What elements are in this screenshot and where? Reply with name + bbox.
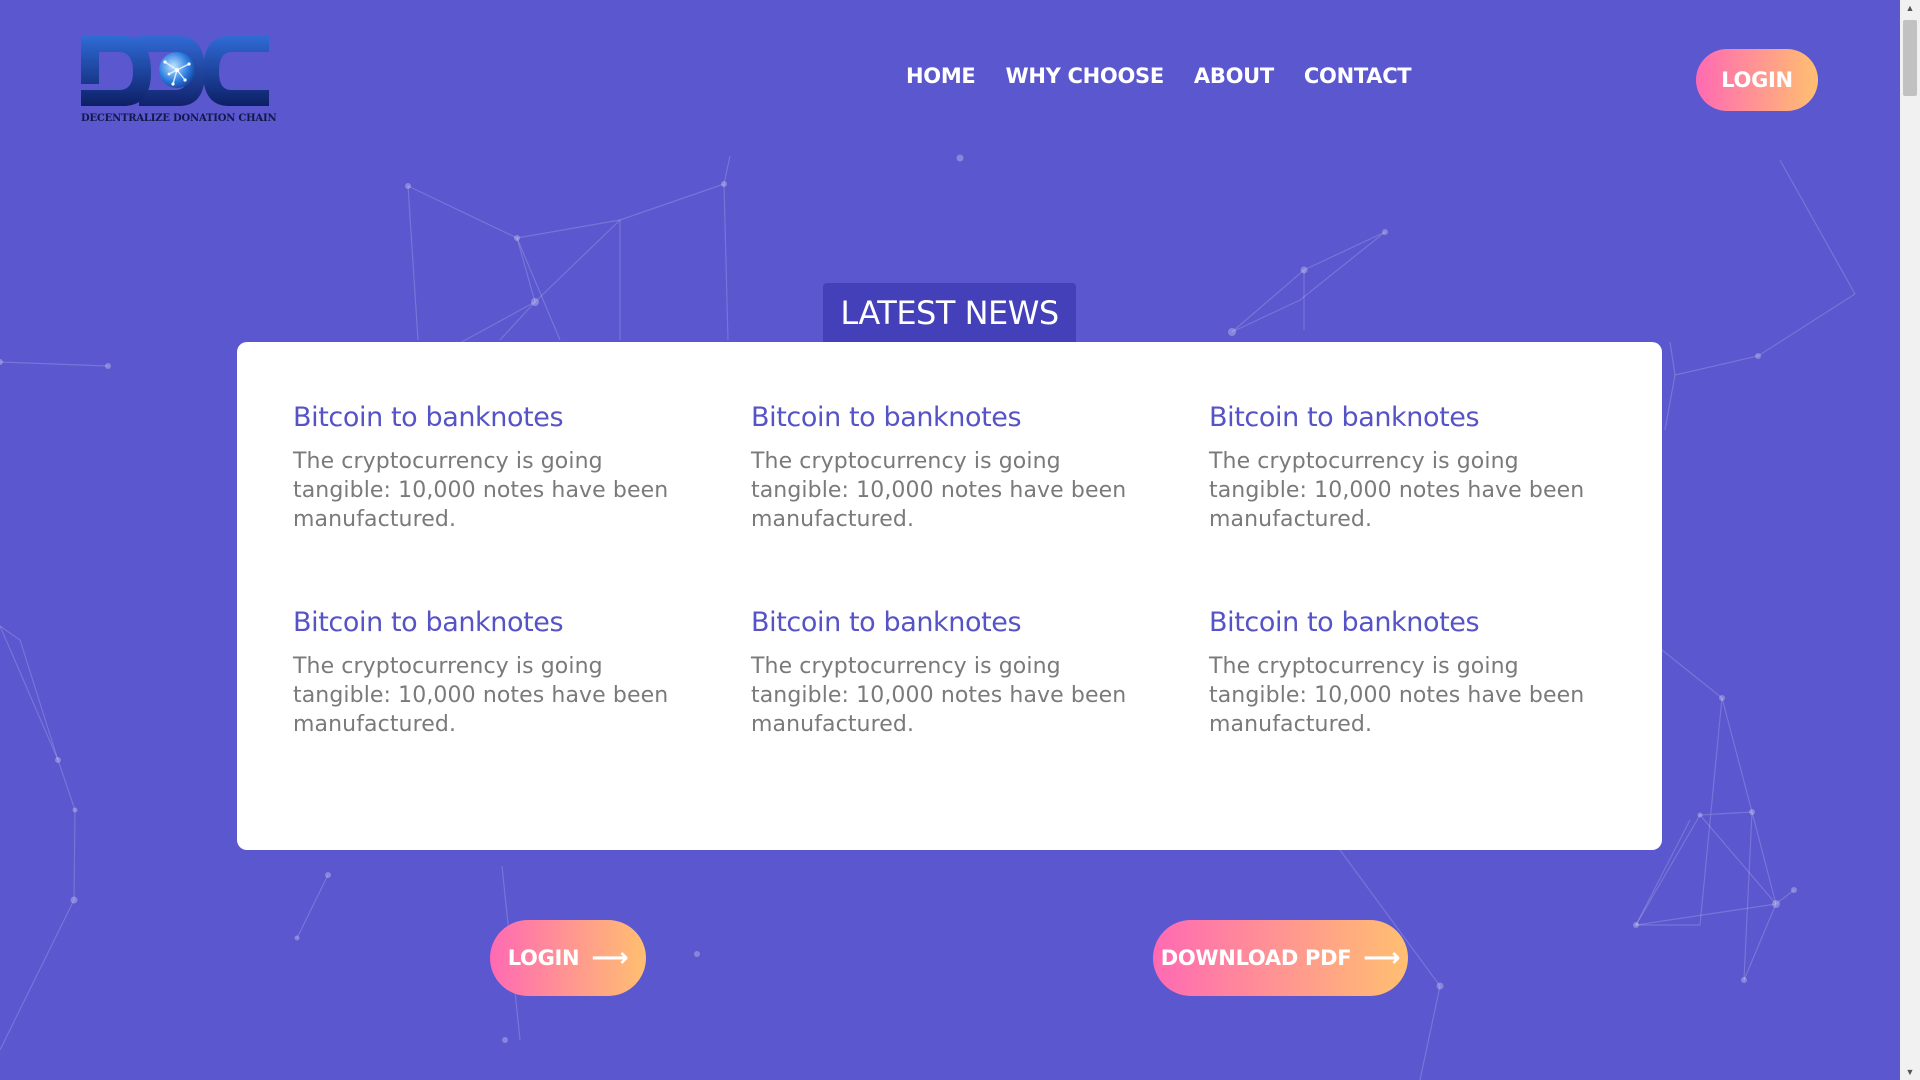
news-text: The cryptocurrency is going tangible: 10… [751,654,1127,737]
news-text: The cryptocurrency is going tangible: 10… [1209,449,1585,532]
brand-caption: DECENTRALIZE DONATION CHAIN [81,113,277,124]
nav-home[interactable]: HOME [906,64,976,88]
scroll-thumb[interactable] [1903,20,1917,96]
arrow-right-icon: ⟶ [1363,943,1401,973]
login-button[interactable]: LOGIN ⟶ [490,920,646,996]
nav-why-choose[interactable]: WHY CHOOSE [1005,64,1164,88]
news-title[interactable]: Bitcoin to banknotes [293,607,683,638]
news-text: The cryptocurrency is going tangible: 10… [293,654,669,737]
latest-news-heading: LATEST NEWS [823,283,1076,343]
main-nav: HOME WHY CHOOSE ABOUT CONTACT [906,64,1412,88]
arrow-right-icon: ⟶ [591,943,629,973]
nav-about[interactable]: ABOUT [1194,64,1274,88]
news-item: Bitcoin to banknotes The cryptocurrency … [751,607,1141,739]
news-title[interactable]: Bitcoin to banknotes [293,402,683,433]
news-card: Bitcoin to banknotes The cryptocurrency … [237,342,1662,850]
vertical-scrollbar[interactable]: ▲ ▼ [1900,0,1920,1080]
ddc-logo-icon [81,36,269,106]
header-login-button[interactable]: LOGIN [1696,49,1818,111]
header-login-label: LOGIN [1721,68,1793,92]
news-item: Bitcoin to banknotes The cryptocurrency … [293,607,683,739]
news-title[interactable]: Bitcoin to banknotes [751,607,1141,638]
scroll-down-icon[interactable]: ▼ [1900,1064,1920,1080]
download-pdf-button[interactable]: DOWNLOAD PDF ⟶ [1153,920,1408,996]
scroll-up-icon[interactable]: ▲ [1900,0,1920,16]
news-text: The cryptocurrency is going tangible: 10… [1209,654,1585,737]
news-item: Bitcoin to banknotes The cryptocurrency … [1209,402,1599,534]
news-title[interactable]: Bitcoin to banknotes [1209,402,1599,433]
download-pdf-label: DOWNLOAD PDF [1160,946,1352,970]
news-title[interactable]: Bitcoin to banknotes [1209,607,1599,638]
brand-logo[interactable]: DECENTRALIZE DONATION CHAIN [79,34,277,128]
news-title[interactable]: Bitcoin to banknotes [751,402,1141,433]
news-text: The cryptocurrency is going tangible: 10… [751,449,1127,532]
news-item: Bitcoin to banknotes The cryptocurrency … [751,402,1141,534]
news-item: Bitcoin to banknotes The cryptocurrency … [293,402,683,534]
latest-news-heading-text: LATEST NEWS [840,294,1059,332]
nav-contact[interactable]: CONTACT [1304,64,1412,88]
login-button-label: LOGIN [507,946,580,970]
news-item: Bitcoin to banknotes The cryptocurrency … [1209,607,1599,739]
news-text: The cryptocurrency is going tangible: 10… [293,449,669,532]
